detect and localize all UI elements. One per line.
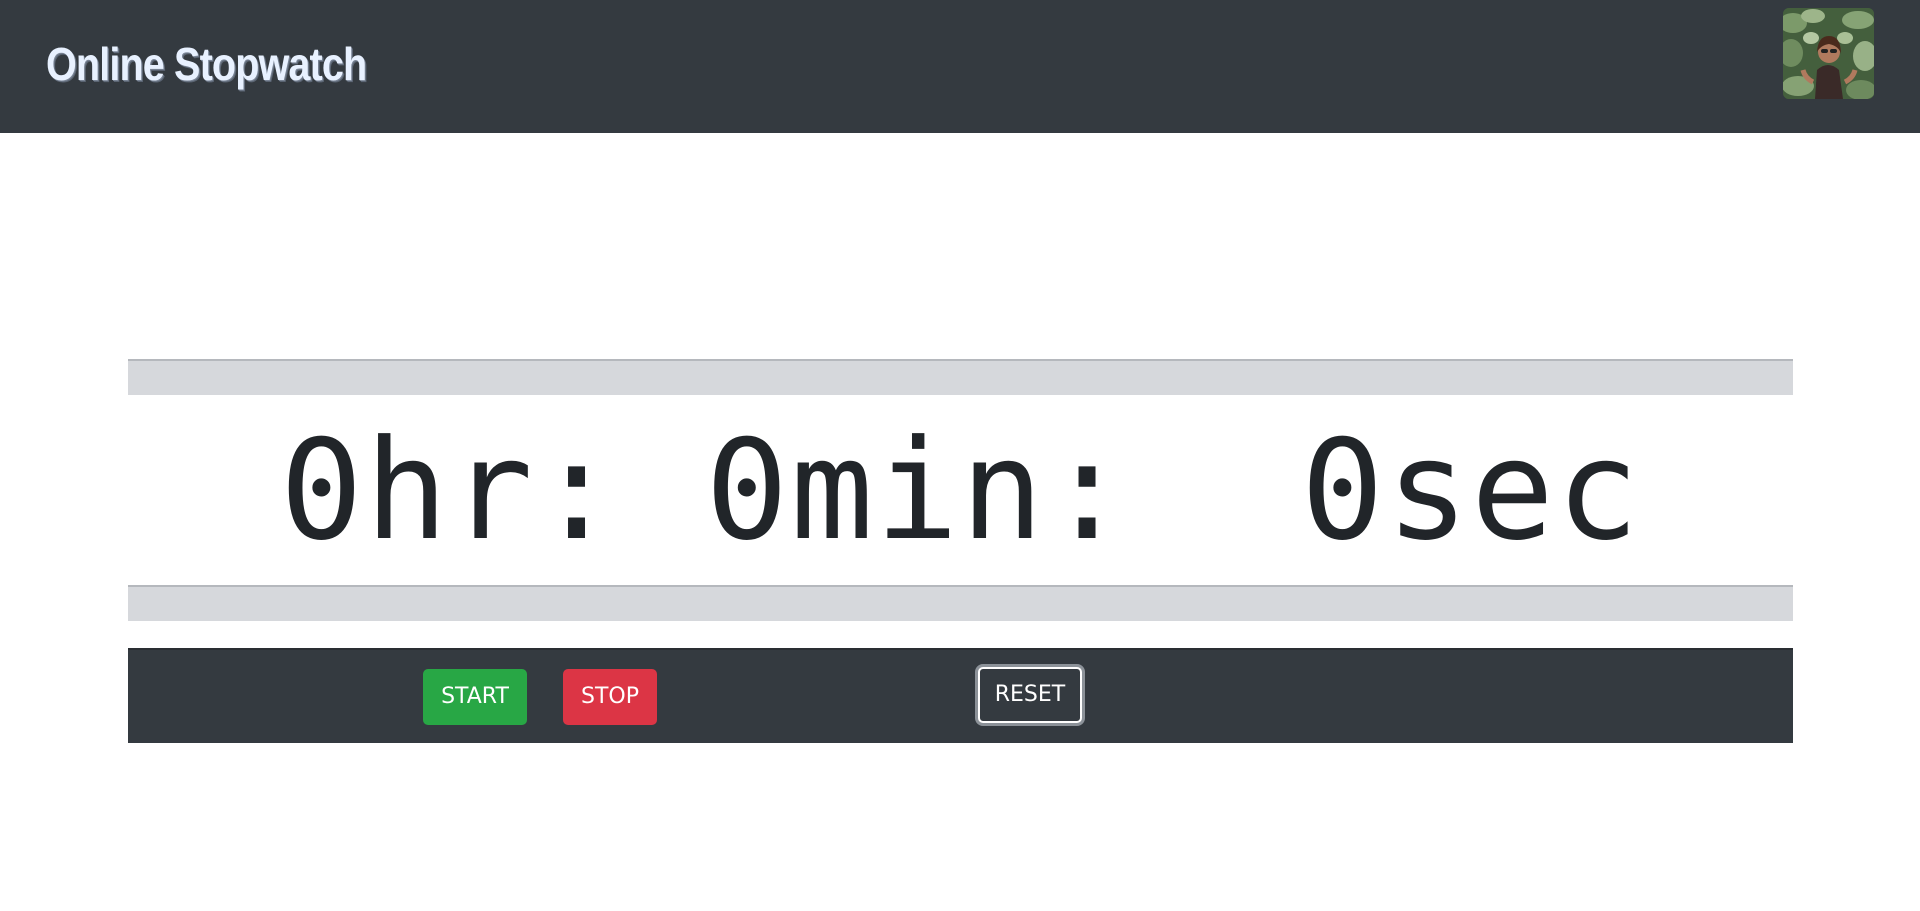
avatar-photo-icon [1783,8,1874,99]
app-title: Online Stopwatch [46,38,367,90]
reset-button[interactable]: RESET [978,667,1082,723]
start-button[interactable]: START [423,669,527,725]
control-bar: START STOP RESET [128,648,1793,743]
display-bottom-band [128,585,1793,621]
display-top-band [128,359,1793,395]
stopwatch-display: 0hr: 0min: 0sec [128,359,1793,621]
top-navbar: Online Stopwatch [0,0,1920,133]
user-avatar[interactable] [1783,8,1874,99]
stop-button[interactable]: STOP [563,669,657,725]
elapsed-time: 0hr: 0min: 0sec [279,409,1642,571]
